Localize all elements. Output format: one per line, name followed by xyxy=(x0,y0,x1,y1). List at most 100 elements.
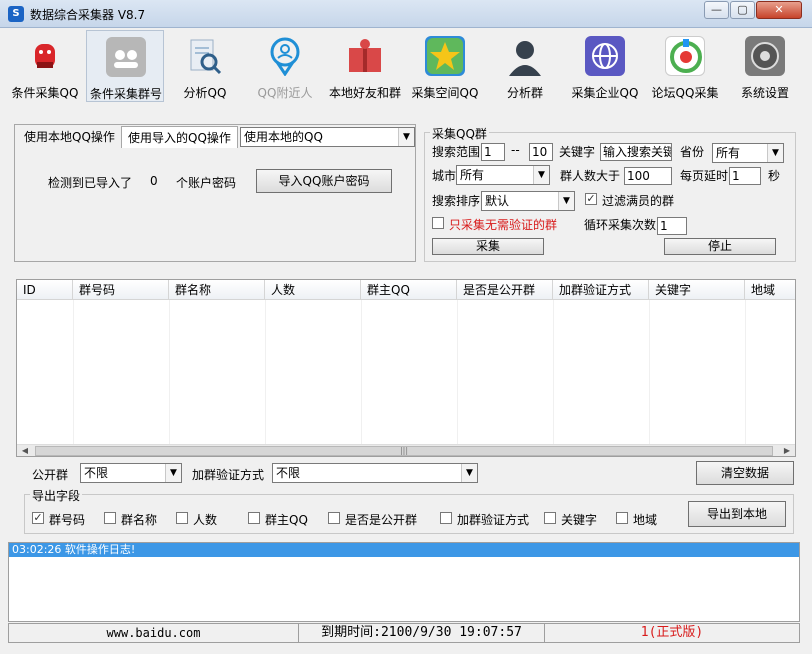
operation-log[interactable]: 03:02:26 软件操作日志! xyxy=(8,542,800,622)
range-to-input[interactable]: 10 xyxy=(529,143,553,161)
export-field-checkbox[interactable] xyxy=(616,512,628,524)
export-field-checkbox[interactable]: ✓ xyxy=(32,512,44,524)
title-bar: S 数据综合采集器 V8.7 — ▢ ✕ xyxy=(0,0,812,28)
delay-unit: 秒 xyxy=(768,169,781,183)
tab-local-qq[interactable]: 使用本地QQ操作 xyxy=(18,126,121,148)
tool-analyze-qq[interactable]: 分析QQ xyxy=(166,30,244,102)
tool-label: 分析群 xyxy=(506,86,543,100)
range-from-input[interactable]: 1 xyxy=(481,143,505,161)
column-header-public[interactable]: 是否是公开群 xyxy=(457,280,553,300)
tool-label: 本地好友和群 xyxy=(328,86,401,100)
filter-full-label: 过滤满员的群 xyxy=(602,194,675,208)
forum-icon xyxy=(665,36,705,76)
verify-filter-value: 不限 xyxy=(276,466,301,480)
tool-analyze-group[interactable]: 分析群 xyxy=(486,30,564,102)
column-header-owner-qq[interactable]: 群主QQ xyxy=(361,280,457,300)
column-header-group-number[interactable]: 群号码 xyxy=(73,280,169,300)
main-toolbar: 条件采集QQ 条件采集群号 分析QQ QQ附近人 本地好友和群 采集空间QQ 分… xyxy=(6,30,806,102)
export-field-label: 关键字 xyxy=(561,513,598,527)
delay-input[interactable]: 1 xyxy=(729,167,761,185)
stop-button[interactable]: 停止 xyxy=(664,238,776,255)
import-accounts-button[interactable]: 导入QQ账户密码 xyxy=(256,169,392,193)
city-select[interactable]: 所有 ▼ xyxy=(456,165,550,185)
chevron-down-icon[interactable]: ▼ xyxy=(558,192,574,210)
status-website: www.baidu.com xyxy=(9,624,299,642)
tool-label: 系统设置 xyxy=(740,86,789,100)
export-field-checkbox[interactable] xyxy=(544,512,556,524)
tool-label: QQ附近人 xyxy=(257,86,313,100)
tab-imported-qq[interactable]: 使用导入的QQ操作 xyxy=(121,126,238,148)
results-table[interactable]: ID 群号码 群名称 人数 群主QQ 是否是公开群 加群验证方式 关键字 地域 … xyxy=(16,279,796,457)
export-field-checkbox[interactable] xyxy=(104,512,116,524)
contact-silhouette-icon xyxy=(505,36,545,76)
scroll-left-icon[interactable]: ◀ xyxy=(17,445,33,456)
minimize-button[interactable]: — xyxy=(704,1,729,19)
location-pin-icon xyxy=(265,36,305,77)
group-icon xyxy=(106,37,146,77)
tool-label: 条件采集QQ xyxy=(11,86,79,100)
public-filter-select[interactable]: 不限 ▼ xyxy=(80,463,182,483)
close-button[interactable]: ✕ xyxy=(756,1,802,19)
export-field-label: 地域 xyxy=(633,513,658,527)
maximize-button[interactable]: ▢ xyxy=(730,1,755,19)
status-bar: www.baidu.com 到期时间:2100/9/30 19:07:57 1(… xyxy=(8,623,800,643)
export-field-label: 群名称 xyxy=(121,513,158,527)
tool-label: 论坛QQ采集 xyxy=(651,86,719,100)
only-no-verify-label: 只采集无需验证的群 xyxy=(449,218,558,232)
tool-qq-nearby[interactable]: QQ附近人 xyxy=(246,30,324,102)
city-select-value: 所有 xyxy=(460,168,485,182)
chevron-down-icon[interactable]: ▼ xyxy=(533,166,549,184)
tool-collect-group[interactable]: 条件采集群号 xyxy=(86,30,164,102)
column-divider xyxy=(169,300,170,446)
filter-full-checkbox[interactable]: ✓ xyxy=(585,193,597,205)
verify-filter-select[interactable]: 不限 ▼ xyxy=(272,463,478,483)
sort-select[interactable]: 默认 ▼ xyxy=(481,191,575,211)
horizontal-scrollbar[interactable]: ◀ ||| ▶ xyxy=(17,444,795,456)
clear-data-button[interactable]: 清空数据 xyxy=(696,461,794,485)
keyword-input[interactable]: 输入搜索关键 xyxy=(600,143,672,161)
column-header-region[interactable]: 地域 xyxy=(745,280,795,300)
column-header-keyword[interactable]: 关键字 xyxy=(649,280,745,300)
chevron-down-icon[interactable]: ▼ xyxy=(165,464,181,482)
export-field-checkbox[interactable] xyxy=(248,512,260,524)
scroll-grip-icon: ||| xyxy=(399,446,409,455)
column-divider xyxy=(457,300,458,446)
members-input[interactable]: 100 xyxy=(624,167,672,185)
tool-collect-space[interactable]: 采集空间QQ xyxy=(406,30,484,102)
loop-input[interactable]: 1 xyxy=(657,217,687,235)
only-no-verify-checkbox[interactable] xyxy=(432,217,444,229)
search-range-label: 搜索范围 xyxy=(432,145,481,159)
tool-collect-enterprise[interactable]: 采集企业QQ xyxy=(566,30,644,102)
account-select[interactable]: 使用本地的QQ ▼ xyxy=(240,127,415,147)
detected-prefix: 检测到已导入了 xyxy=(48,176,133,190)
column-divider xyxy=(745,300,746,446)
tool-settings[interactable]: 系统设置 xyxy=(726,30,804,102)
loop-label: 循环采集次数 xyxy=(584,218,657,232)
chevron-down-icon[interactable]: ▼ xyxy=(398,128,414,146)
export-field-checkbox[interactable] xyxy=(440,512,452,524)
chevron-down-icon[interactable]: ▼ xyxy=(461,464,477,482)
export-local-button[interactable]: 导出到本地 xyxy=(688,501,786,527)
export-field-checkbox[interactable] xyxy=(176,512,188,524)
column-divider xyxy=(361,300,362,446)
collect-button[interactable]: 采集 xyxy=(432,238,544,255)
column-header-id[interactable]: ID xyxy=(17,280,73,300)
column-header-group-name[interactable]: 群名称 xyxy=(169,280,265,300)
export-field-label: 群主QQ xyxy=(265,513,308,527)
column-divider xyxy=(649,300,650,446)
tool-label: 采集企业QQ xyxy=(571,86,639,100)
province-select[interactable]: 所有 ▼ xyxy=(712,143,784,163)
city-label: 城市 xyxy=(432,169,457,183)
scrollbar-thumb[interactable]: ||| xyxy=(35,446,773,456)
export-field-checkbox[interactable] xyxy=(328,512,340,524)
chevron-down-icon[interactable]: ▼ xyxy=(767,144,783,162)
tool-local-friends[interactable]: 本地好友和群 xyxy=(326,30,404,102)
scroll-right-icon[interactable]: ▶ xyxy=(779,445,795,456)
export-field-label: 加群验证方式 xyxy=(457,513,530,527)
column-divider xyxy=(265,300,266,446)
export-field-label: 人数 xyxy=(193,513,218,527)
column-header-verify[interactable]: 加群验证方式 xyxy=(553,280,649,300)
column-header-members[interactable]: 人数 xyxy=(265,280,361,300)
tool-forum-collect[interactable]: 论坛QQ采集 xyxy=(646,30,724,102)
tool-collect-qq[interactable]: 条件采集QQ xyxy=(6,30,84,102)
